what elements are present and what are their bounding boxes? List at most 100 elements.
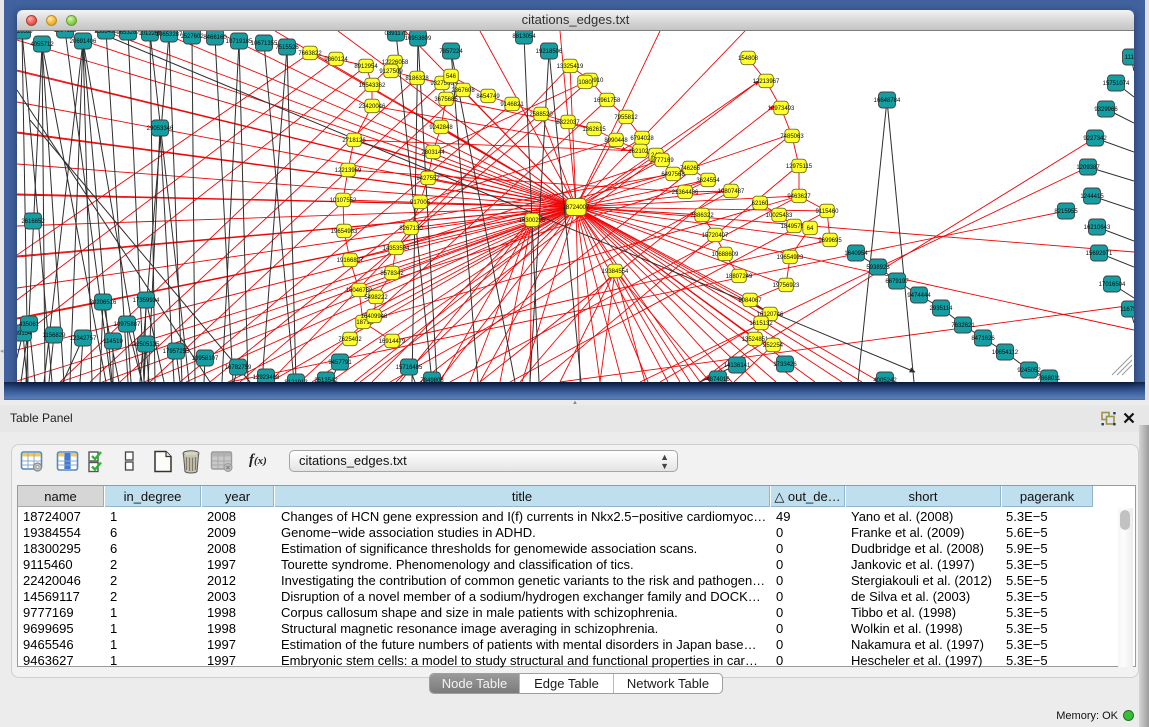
- svg-text:16543362: 16543362: [359, 83, 386, 89]
- svg-text:1733426: 1733426: [773, 362, 797, 368]
- svg-text:7386322: 7386322: [690, 213, 714, 219]
- svg-text:15751074: 15751074: [1103, 81, 1130, 87]
- svg-text:16961758: 16961758: [594, 98, 621, 104]
- svg-text:64: 64: [807, 226, 814, 232]
- svg-text:2367608: 2367608: [451, 88, 475, 94]
- svg-text:0564139: 0564139: [53, 31, 77, 34]
- svg-text:18807249: 18807249: [726, 274, 753, 280]
- svg-text:18300295: 18300295: [519, 218, 546, 224]
- svg-text:3675685: 3675685: [434, 97, 458, 103]
- svg-text:252254: 252254: [763, 343, 784, 349]
- svg-text:10688609: 10688609: [712, 252, 739, 258]
- svg-text:10654112: 10654112: [992, 350, 1019, 356]
- svg-text:16914479: 16914479: [379, 339, 406, 345]
- svg-text:20206516: 20206516: [90, 300, 117, 306]
- svg-text:14353594: 14353594: [383, 246, 410, 252]
- svg-text:116753: 116753: [1120, 307, 1134, 313]
- svg-text:6679197: 6679197: [885, 279, 909, 285]
- svg-text:2513542: 2513542: [314, 378, 338, 382]
- svg-text:16409948: 16409948: [361, 314, 388, 320]
- svg-text:10973493: 10973493: [768, 106, 795, 112]
- svg-text:8466160: 8466160: [203, 35, 227, 41]
- svg-text:8813054: 8813054: [512, 34, 536, 40]
- svg-text:9699695: 9699695: [818, 238, 842, 244]
- svg-text:9474444: 9474444: [907, 293, 931, 299]
- svg-text:4055712: 4055712: [30, 42, 54, 48]
- svg-text:114519: 114519: [103, 339, 123, 345]
- svg-text:17016504: 17016504: [1099, 282, 1126, 288]
- svg-text:12342757: 12342757: [70, 336, 97, 342]
- svg-text:9115460: 9115460: [816, 209, 840, 215]
- svg-text:10025433: 10025433: [766, 213, 793, 219]
- svg-text:12505135: 12505135: [133, 342, 160, 348]
- svg-text:10653287: 10653287: [156, 32, 183, 38]
- svg-text:546: 546: [446, 74, 457, 80]
- svg-text:15692971: 15692971: [1086, 251, 1113, 257]
- svg-text:2803144: 2803144: [421, 150, 445, 156]
- svg-text:1615132: 1615132: [749, 321, 773, 327]
- svg-text:3624554: 3624554: [696, 178, 720, 184]
- svg-text:9427552: 9427552: [416, 176, 440, 182]
- svg-text:6497568: 6497568: [661, 172, 685, 178]
- svg-text:2616652: 2616652: [21, 219, 45, 225]
- svg-text:10975887: 10975887: [114, 322, 141, 328]
- svg-text:19166827: 19166827: [337, 258, 364, 264]
- svg-text:16953809: 16953809: [405, 36, 432, 42]
- svg-text:10107552: 10107552: [330, 198, 357, 204]
- svg-text:9146821: 9146821: [500, 102, 524, 108]
- svg-text:9227342: 9227342: [1083, 136, 1107, 142]
- svg-text:62160: 62160: [752, 201, 769, 207]
- svg-text:7625402: 7625402: [338, 337, 362, 343]
- svg-text:10807487: 10807487: [718, 189, 745, 195]
- svg-text:4874016: 4874016: [706, 377, 730, 382]
- svg-text:8215955: 8215955: [1054, 209, 1078, 215]
- svg-text:14136141: 14136141: [724, 363, 751, 369]
- svg-text:9242848: 9242848: [429, 125, 453, 131]
- svg-text:19756923: 19756923: [773, 283, 800, 289]
- svg-text:917006: 917006: [410, 200, 431, 206]
- svg-text:9777169: 9777169: [650, 158, 674, 164]
- svg-text:7632621: 7632621: [951, 323, 975, 329]
- svg-text:9084067: 9084067: [738, 298, 762, 304]
- svg-text:8471626: 8471626: [971, 336, 995, 342]
- svg-text:8121913: 8121913: [284, 380, 308, 382]
- svg-text:9653287: 9653287: [116, 31, 140, 36]
- svg-text:1244415: 1244415: [1080, 194, 1104, 200]
- svg-text:21364436: 21364436: [672, 190, 699, 196]
- svg-text:13325419: 13325419: [557, 64, 584, 70]
- svg-text:9860124: 9860124: [324, 57, 348, 63]
- svg-text:17957255: 17957255: [163, 349, 190, 355]
- svg-text:8990448: 8990448: [604, 138, 628, 144]
- svg-text:20691406: 20691406: [70, 39, 97, 45]
- svg-text:8578342: 8578342: [380, 271, 404, 277]
- svg-text:12923468: 12923468: [253, 375, 280, 381]
- svg-text:5938923: 5938923: [866, 265, 890, 271]
- svg-text:16648784: 16648784: [874, 98, 901, 104]
- svg-text:16782759: 16782759: [225, 365, 252, 371]
- svg-text:10958107: 10958107: [192, 356, 219, 362]
- svg-text:1209387: 1209387: [1076, 165, 1100, 171]
- svg-text:7849808: 7849808: [420, 378, 444, 382]
- svg-text:9245052: 9245052: [1017, 368, 1041, 374]
- svg-text:8322037: 8322037: [556, 120, 580, 126]
- svg-text:16210643: 16210643: [1084, 225, 1111, 231]
- svg-text:10671355: 10671355: [251, 41, 278, 47]
- svg-text:7955812: 7955812: [614, 115, 638, 121]
- svg-text:8912954: 8912954: [354, 64, 378, 70]
- svg-text:2935114: 2935114: [930, 306, 954, 312]
- svg-text:8454749: 8454749: [476, 94, 500, 100]
- svg-text:5498222: 5498222: [364, 295, 388, 301]
- svg-text:7515526: 7515526: [275, 45, 299, 51]
- svg-text:8267130: 8267130: [399, 226, 423, 232]
- svg-text:15720407: 15720407: [702, 233, 729, 239]
- svg-text:435061: 435061: [19, 322, 40, 328]
- svg-text:19384554: 19384554: [602, 269, 629, 275]
- svg-text:19218506: 19218506: [536, 49, 563, 55]
- svg-text:12213969: 12213969: [335, 168, 362, 174]
- svg-text:6794028: 6794028: [630, 136, 654, 142]
- svg-text:1117: 1117: [1125, 55, 1134, 61]
- svg-text:9463627: 9463627: [787, 194, 811, 200]
- svg-text:12975115: 12975115: [786, 164, 813, 170]
- svg-text:19654923: 19654923: [777, 255, 804, 261]
- svg-text:2388496: 2388496: [94, 31, 118, 35]
